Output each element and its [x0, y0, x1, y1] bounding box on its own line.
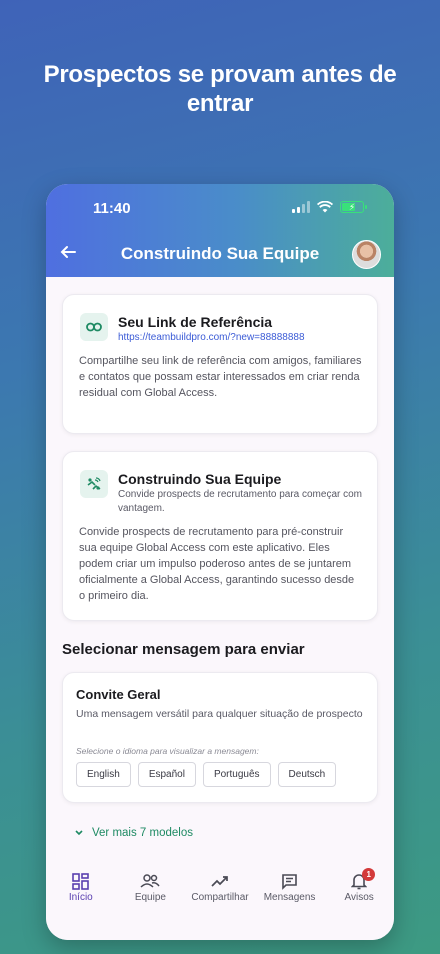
- nav-item-compartilhar[interactable]: Compartilhar: [185, 862, 255, 912]
- nav-item-equipe[interactable]: Equipe: [116, 862, 186, 912]
- status-icons: ⚡: [292, 201, 367, 213]
- main-content: Seu Link de Referência https://teambuild…: [46, 277, 394, 862]
- language-button-deutsch[interactable]: Deutsch: [277, 762, 337, 787]
- chevron-down-icon: [75, 830, 83, 836]
- message-icon: [280, 872, 300, 890]
- message-description: Uma mensagem versátil para qualquer situ…: [76, 708, 363, 720]
- page-title: Construindo Sua Equipe: [120, 244, 320, 263]
- language-button-espanol[interactable]: Español: [137, 762, 196, 787]
- nav-label: Compartilhar: [191, 892, 249, 903]
- section-title: Selecionar mensagem para enviar: [62, 641, 305, 658]
- language-hint: Selecione o idioma para visualizar a men…: [76, 746, 259, 756]
- see-more-label: Ver mais 7 modelos: [92, 827, 193, 839]
- referral-link-card: Seu Link de Referência https://teambuild…: [62, 294, 378, 434]
- message-template-card[interactable]: Convite Geral Uma mensagem versátil para…: [62, 672, 378, 803]
- nav-item-inicio[interactable]: Início: [46, 862, 116, 912]
- nav-label: Mensagens: [263, 892, 316, 903]
- team-card-subtitle: Convide prospects de recrutamento para c…: [118, 489, 363, 514]
- home-indicator-area: [46, 912, 394, 940]
- referral-link[interactable]: https://teambuildpro.com/?new=88888888: [118, 332, 305, 343]
- phone-frame: 11:40 ⚡ Construindo Sua Equipe Seu Link …: [46, 184, 394, 940]
- referral-card-title: Seu Link de Referência: [118, 314, 273, 330]
- battery-icon: ⚡: [340, 201, 367, 213]
- status-time: 11:40: [93, 200, 131, 217]
- nav-label: Início: [68, 892, 93, 903]
- language-buttons: English Español Português Deutsch: [76, 762, 337, 787]
- language-button-english[interactable]: English: [76, 762, 131, 787]
- nav-label: Avisos: [344, 892, 374, 903]
- nav-label: Equipe: [134, 892, 166, 903]
- message-title: Convite Geral: [76, 687, 161, 702]
- nav-item-avisos[interactable]: 1 Avisos: [324, 862, 394, 912]
- team-card-body: Convide prospects de recrutamento para p…: [79, 526, 355, 602]
- notification-badge: 1: [362, 868, 376, 881]
- see-more-templates[interactable]: Ver mais 7 modelos: [74, 827, 193, 839]
- language-button-portugues[interactable]: Português: [202, 762, 271, 787]
- connect-without-contact-icon: [80, 470, 108, 498]
- signal-icon: [292, 201, 310, 213]
- dashboard-icon: [71, 872, 91, 890]
- app-header: 11:40 ⚡ Construindo Sua Equipe: [46, 184, 394, 277]
- promo-headline: Prospectos se provam antes de entrar: [43, 61, 397, 117]
- wifi-icon: [317, 201, 333, 213]
- link-icon: [80, 313, 108, 341]
- bottom-nav: Início Equipe Compartilhar Mensagens 1 A…: [46, 862, 394, 912]
- team-card-title: Construindo Sua Equipe: [118, 471, 282, 487]
- nav-item-mensagens[interactable]: Mensagens: [255, 862, 325, 912]
- avatar[interactable]: [352, 240, 381, 269]
- referral-card-body: Compartilhe seu link de referência com a…: [79, 355, 362, 399]
- team-building-card: Construindo Sua Equipe Convide prospects…: [62, 451, 378, 621]
- trending-up-icon: [210, 872, 230, 890]
- people-icon: [140, 872, 160, 890]
